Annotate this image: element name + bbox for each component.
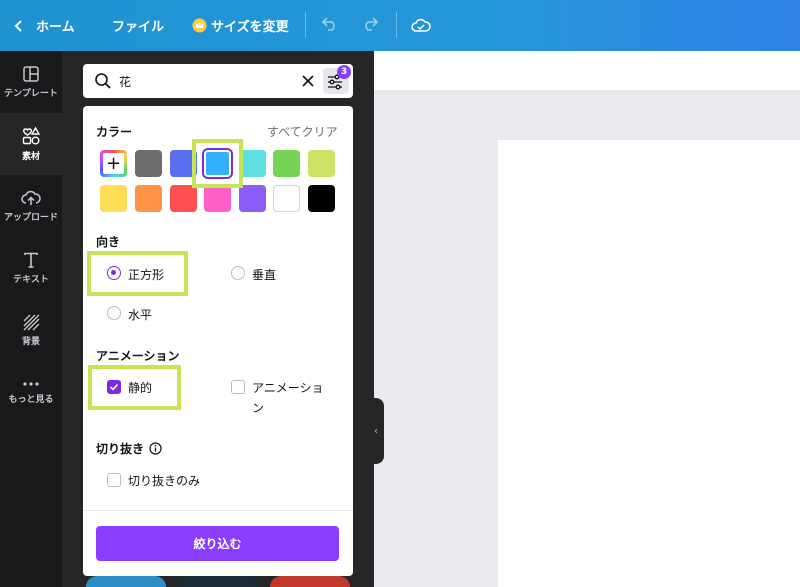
sidebar-item-label: 素材 bbox=[21, 152, 40, 162]
color-swatch[interactable] bbox=[170, 185, 197, 212]
color-swatch[interactable] bbox=[100, 185, 127, 212]
color-swatch[interactable] bbox=[135, 150, 162, 177]
sidebar-item-label: もっと見る bbox=[8, 395, 54, 405]
cutout-only-label[interactable]: 切り抜きのみ bbox=[128, 472, 200, 489]
file-menu-button[interactable]: ファイル bbox=[112, 0, 164, 51]
redo-button[interactable] bbox=[361, 16, 379, 32]
plus-icon: + bbox=[103, 153, 124, 174]
text-icon bbox=[24, 252, 38, 268]
result-thumbnail[interactable] bbox=[270, 576, 350, 587]
apply-filters-button[interactable]: 絞り込む bbox=[96, 526, 339, 561]
orientation-horizontal-radio[interactable] bbox=[107, 306, 121, 320]
color-swatch[interactable] bbox=[273, 185, 300, 212]
sidebar-item-uploads[interactable]: アップロード bbox=[0, 175, 62, 237]
color-swatch[interactable] bbox=[170, 150, 197, 177]
more-icon bbox=[23, 382, 39, 386]
color-swatch[interactable] bbox=[239, 185, 266, 212]
filter-panel: カラー すべてクリア + 向き 正方形 垂直 水平 アニメーション 静的 アニメ… bbox=[83, 106, 353, 576]
canvas-toolbar-area bbox=[374, 51, 800, 90]
redo-icon bbox=[365, 17, 379, 31]
save-status-button[interactable] bbox=[411, 0, 431, 51]
resize-label: サイズを変更 bbox=[211, 20, 289, 35]
cloud-check-icon bbox=[411, 18, 431, 32]
sidebar-item-templates[interactable]: テンプレート bbox=[0, 51, 62, 113]
template-icon bbox=[23, 66, 39, 82]
elements-icon bbox=[22, 126, 41, 145]
file-label: ファイル bbox=[112, 20, 165, 35]
result-thumbnail[interactable] bbox=[86, 576, 166, 587]
sidebar-item-text[interactable]: テキスト bbox=[0, 237, 62, 299]
color-swatch[interactable] bbox=[204, 185, 231, 212]
collapse-panel-button[interactable]: ‹ bbox=[368, 398, 384, 464]
undo-icon bbox=[321, 17, 335, 31]
color-swatch[interactable] bbox=[135, 185, 162, 212]
upload-icon bbox=[21, 190, 41, 205]
undo-button[interactable] bbox=[321, 16, 339, 32]
top-bar: ホーム ファイル サイズを変更 bbox=[0, 0, 800, 51]
background-icon bbox=[23, 314, 40, 331]
color-swatch[interactable] bbox=[308, 185, 335, 212]
topbar-divider bbox=[396, 12, 397, 38]
result-thumbnail[interactable] bbox=[178, 576, 258, 587]
home-label: ホーム bbox=[36, 20, 75, 35]
resize-button[interactable]: サイズを変更 bbox=[192, 0, 289, 51]
sidebar-item-label: アップロード bbox=[3, 213, 58, 223]
search-icon bbox=[95, 73, 111, 89]
crown-icon bbox=[192, 18, 207, 33]
design-page[interactable] bbox=[498, 140, 800, 587]
animation-static-label[interactable]: 静的 bbox=[128, 379, 152, 396]
orientation-square-label[interactable]: 正方形 bbox=[128, 266, 164, 283]
color-section-title: カラー bbox=[96, 125, 133, 139]
cutout-section-title: 切り抜き bbox=[96, 442, 145, 456]
sidebar-item-label: テキスト bbox=[13, 275, 49, 285]
chevron-left-icon bbox=[14, 19, 22, 32]
animation-animated-label[interactable]: アニメーショ bbox=[252, 379, 324, 396]
sidebar-item-more[interactable]: もっと見る bbox=[0, 361, 62, 423]
checkmark-icon bbox=[109, 383, 119, 391]
topbar-divider bbox=[305, 12, 306, 38]
cutout-only-checkbox[interactable] bbox=[107, 473, 121, 487]
left-sidebar: テンプレート 素材 アップロード テキスト 背景 もっと見る bbox=[0, 51, 62, 587]
sidebar-item-background[interactable]: 背景 bbox=[0, 299, 62, 361]
filter-button[interactable]: 3 bbox=[323, 65, 351, 94]
filter-count-badge: 3 bbox=[337, 65, 351, 79]
color-swatch[interactable] bbox=[273, 150, 300, 177]
color-swatch-selected[interactable] bbox=[204, 150, 231, 177]
add-color-swatch[interactable]: + bbox=[100, 150, 127, 177]
animation-static-checkbox[interactable] bbox=[107, 380, 121, 394]
search-bar: 花 3 bbox=[83, 64, 353, 98]
search-input[interactable]: 花 bbox=[119, 73, 131, 90]
orientation-horizontal-label[interactable]: 水平 bbox=[128, 306, 152, 323]
chevron-left-icon: ‹ bbox=[374, 425, 378, 437]
sidebar-item-label: 背景 bbox=[21, 337, 40, 347]
color-swatch[interactable] bbox=[308, 150, 335, 177]
sidebar-item-elements[interactable]: 素材 bbox=[0, 113, 62, 175]
info-icon[interactable] bbox=[149, 442, 162, 455]
animation-section-title: アニメーション bbox=[96, 349, 180, 363]
clear-search-icon[interactable] bbox=[301, 74, 315, 88]
orientation-vertical-radio[interactable] bbox=[231, 266, 245, 280]
orientation-square-radio[interactable] bbox=[107, 266, 121, 280]
orientation-vertical-label[interactable]: 垂直 bbox=[252, 266, 276, 283]
home-button[interactable]: ホーム bbox=[14, 0, 75, 51]
color-swatch[interactable] bbox=[239, 150, 266, 177]
clear-all-link[interactable]: すべてクリア bbox=[267, 123, 338, 140]
sidebar-item-label: テンプレート bbox=[4, 89, 58, 99]
divider bbox=[83, 510, 353, 511]
animation-animated-label-wrap[interactable]: ン bbox=[252, 399, 264, 416]
orientation-section-title: 向き bbox=[96, 235, 121, 249]
animation-animated-checkbox[interactable] bbox=[231, 380, 245, 394]
